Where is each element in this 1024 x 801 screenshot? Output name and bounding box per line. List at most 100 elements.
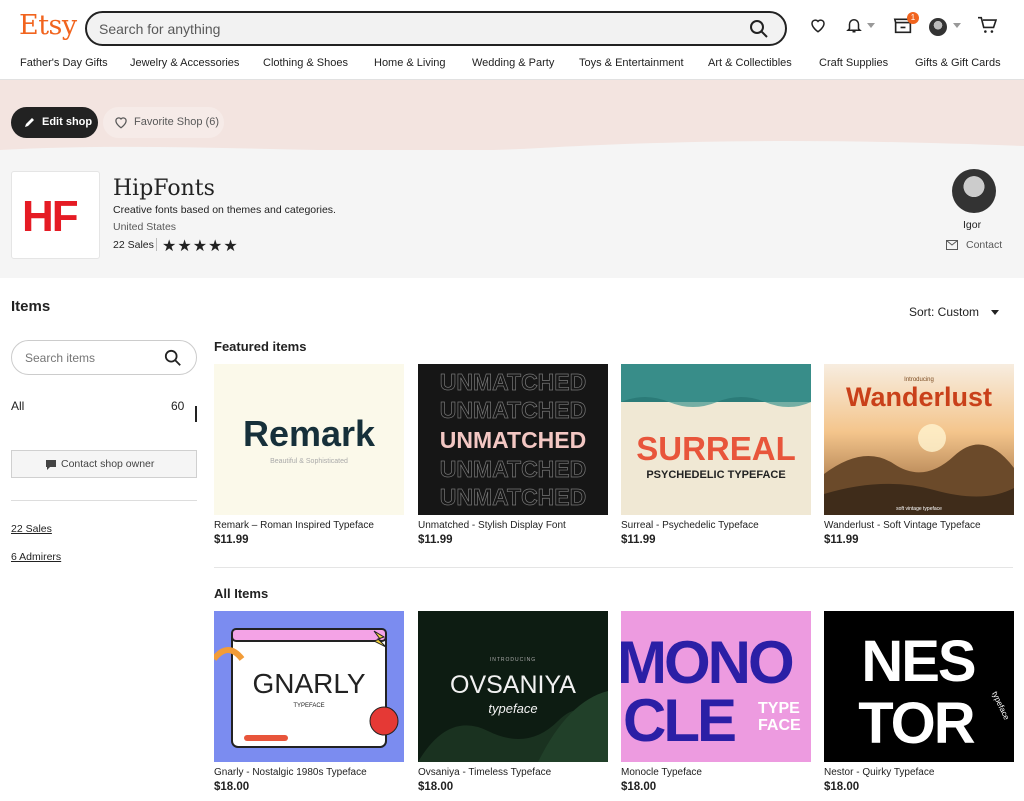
divider	[214, 567, 1013, 568]
nav-item-craft[interactable]: Craft Supplies	[819, 57, 888, 69]
search-bar[interactable]: Search for anything	[85, 11, 787, 46]
art-title-2: TOR	[858, 691, 974, 756]
admirers-link[interactable]: 6 Admirers	[11, 551, 61, 563]
owner-avatar[interactable]	[952, 169, 996, 213]
chevron-down-icon	[867, 23, 875, 28]
search-icon[interactable]	[164, 349, 182, 367]
search-items-input[interactable]: Search items	[11, 340, 197, 375]
listing-title[interactable]: Gnarly - Nostalgic 1980s Typeface	[214, 767, 367, 778]
favorite-shop-label: Favorite Shop (6)	[134, 116, 219, 128]
contact-shop-owner-button[interactable]: Contact shop owner	[11, 450, 197, 478]
section-all-label[interactable]: All	[11, 399, 24, 413]
sales-link[interactable]: 22 Sales	[11, 523, 52, 535]
shop-name: HipFonts	[113, 176, 215, 201]
listing-image[interactable]: GNARLY TYPEFACE	[214, 611, 404, 762]
items-heading: Items	[11, 298, 51, 315]
heart-icon	[115, 117, 127, 129]
nav-item-home[interactable]: Home & Living	[374, 57, 446, 69]
sort-dropdown[interactable]: Sort: Custom	[909, 305, 979, 319]
contact-label: Contact	[966, 239, 1003, 251]
art-title: UNMATCHED	[440, 484, 587, 510]
search-icon[interactable]	[749, 19, 769, 39]
listing-image[interactable]: MONO CLE TYPE FACE	[621, 611, 811, 762]
listing-image[interactable]: Introducing Wanderlust soft vintage type…	[824, 364, 1014, 515]
mail-icon	[946, 240, 958, 250]
listing-price: $11.99	[418, 534, 453, 546]
pencil-icon	[25, 118, 34, 127]
art-subtitle: PSYCHEDELIC TYPEFACE	[646, 469, 785, 481]
listing-image[interactable]: UNMATCHED UNMATCHED UNMATCHED UNMATCHED …	[418, 364, 608, 515]
listing-price: $18.00	[214, 781, 250, 793]
listing-price: $11.99	[621, 534, 656, 546]
listing-title[interactable]: Unmatched - Stylish Display Font	[418, 520, 566, 531]
listing-title[interactable]: Ovsaniya - Timeless Typeface	[418, 767, 551, 778]
listing-price: $18.00	[418, 781, 454, 793]
site-header: Etsy Search for anything 1 Father's Day …	[0, 0, 1024, 80]
listing-title[interactable]: Surreal - Psychedelic Typeface	[621, 520, 759, 531]
rating-stars[interactable]: ★★★★★	[162, 236, 239, 256]
art-title: OVSANIYA	[450, 671, 576, 699]
shop-tagline: Creative fonts based on themes and categ…	[113, 204, 336, 216]
listing-title[interactable]: Remark – Roman Inspired Typeface	[214, 520, 374, 531]
art-subtitle: soft vintage typeface	[896, 506, 942, 512]
shop-location: United States	[113, 221, 177, 233]
listing-title[interactable]: Wanderlust - Soft Vintage Typeface	[824, 520, 981, 531]
art-title: NES	[861, 629, 975, 694]
listing-price: $11.99	[824, 534, 859, 546]
listing-image[interactable]: SURREAL PSYCHEDELIC TYPEFACE	[621, 364, 811, 515]
category-nav: Father's Day Gifts Jewelry & Accessories…	[0, 57, 1024, 73]
art-title: UNMATCHED	[440, 397, 587, 423]
art-title: MONO	[621, 629, 793, 696]
bell-icon[interactable]	[845, 16, 863, 34]
listing-title[interactable]: Monocle Typeface	[621, 767, 702, 778]
search-items-placeholder: Search items	[25, 351, 96, 365]
featured-items-heading: Featured items	[214, 339, 307, 354]
listing-image[interactable]: Remark Beautiful & Sophisticated	[214, 364, 404, 515]
art-title: UNMATCHED	[440, 369, 587, 395]
chevron-down-icon	[991, 310, 999, 315]
chevron-down-icon	[953, 23, 961, 28]
edit-shop-label: Edit shop	[42, 116, 93, 128]
section-all-count: 60	[171, 399, 185, 413]
art-subtitle: typeface	[488, 701, 537, 716]
cart-icon[interactable]	[977, 16, 997, 34]
art-subtitle: TYPEFACE	[293, 703, 324, 709]
etsy-logo[interactable]: Etsy	[19, 10, 77, 41]
edit-shop-button[interactable]: Edit shop	[11, 107, 98, 138]
all-items-heading: All Items	[214, 586, 269, 601]
notification-badge: 1	[907, 12, 919, 24]
listing-title[interactable]: Nestor - Quirky Typeface	[824, 767, 934, 778]
listing-image[interactable]: INTRODUCING OVSANIYA typeface	[418, 611, 608, 762]
nav-item-fathers-day[interactable]: Father's Day Gifts	[20, 57, 108, 69]
divider	[11, 500, 197, 501]
nav-item-wedding[interactable]: Wedding & Party	[472, 57, 554, 69]
art-subtitle: Beautiful & Sophisticated	[270, 458, 348, 465]
art-pretitle: INTRODUCING	[490, 657, 536, 663]
art-subtitle: TYPE	[758, 700, 800, 717]
favorite-shop-button[interactable]: Favorite Shop (6)	[103, 107, 224, 138]
nav-item-gifts[interactable]: Gifts & Gift Cards	[915, 57, 1001, 69]
art-title: UNMATCHED	[440, 427, 587, 453]
listing-image[interactable]: NES TOR typeface	[824, 611, 1014, 762]
nav-item-jewelry[interactable]: Jewelry & Accessories	[130, 57, 239, 69]
listing-price: $18.00	[621, 781, 657, 793]
shop-sales[interactable]: 22 Sales	[113, 239, 154, 251]
shop-logo-text: HF	[22, 192, 79, 241]
owner-name[interactable]: Igor	[963, 219, 981, 231]
contact-shop-owner-label: Contact shop owner	[61, 458, 155, 470]
art-title-2: CLE	[623, 687, 735, 754]
heart-icon[interactable]	[809, 16, 827, 34]
user-avatar[interactable]	[929, 18, 947, 36]
listing-price: $18.00	[824, 781, 860, 793]
art-title: UNMATCHED	[440, 456, 587, 482]
nav-item-clothing[interactable]: Clothing & Shoes	[263, 57, 348, 69]
nav-item-art[interactable]: Art & Collectibles	[708, 57, 792, 69]
art-subtitle-2: FACE	[758, 717, 801, 734]
listing-price: $11.99	[214, 534, 249, 546]
divider	[156, 238, 157, 251]
art-title: Wanderlust	[846, 382, 992, 412]
art-title: Remark	[243, 413, 376, 454]
art-title: GNARLY	[252, 668, 365, 699]
banner-wave	[0, 141, 1024, 160]
nav-item-toys[interactable]: Toys & Entertainment	[579, 57, 684, 69]
